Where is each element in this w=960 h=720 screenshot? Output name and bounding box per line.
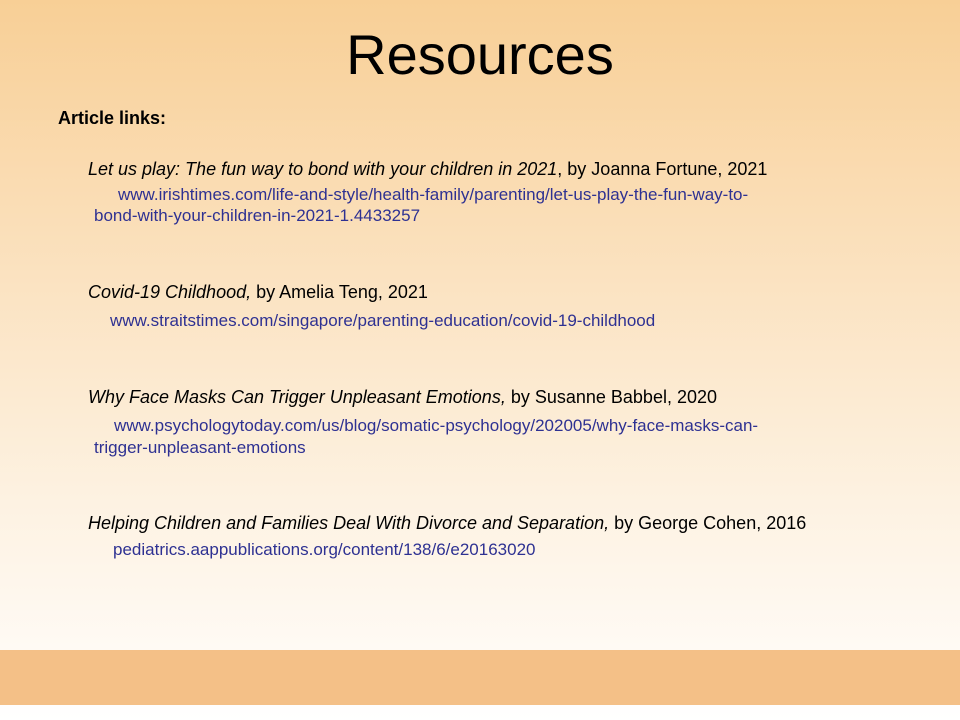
footer-band <box>0 650 960 705</box>
article-1-byline: , by Joanna Fortune, 2021 <box>557 159 768 179</box>
article-3-citation: Why Face Masks Can Trigger Unpleasant Em… <box>88 386 948 408</box>
article-1-link-line-1[interactable]: www.irishtimes.com/life-and-style/health… <box>118 184 948 206</box>
article-1-title: Let us play: The fun way to bond with yo… <box>88 159 558 179</box>
article-4-citation: Helping Children and Families Deal With … <box>88 512 948 534</box>
article-2-link[interactable]: www.straitstimes.com/singapore/parenting… <box>110 310 940 332</box>
article-2-title: Covid-19 Childhood, <box>88 282 252 302</box>
slide-title: Resources <box>346 23 614 86</box>
article-3-link-line-1[interactable]: www.psychologytoday.com/us/blog/somatic-… <box>114 415 944 437</box>
section-label: Article links: <box>58 108 167 128</box>
article-3-title: Why Face Masks Can Trigger Unpleasant Em… <box>88 387 506 407</box>
article-2-byline: by Amelia Teng, 2021 <box>251 282 428 302</box>
article-4-link[interactable]: pediatrics.aappublications.org/content/1… <box>113 539 943 561</box>
article-3-link-line-2[interactable]: trigger-unpleasant-emotions <box>94 437 924 459</box>
article-1-link-line-2[interactable]: bond-with-your-children-in-2021-1.443325… <box>94 205 924 227</box>
article-4-title: Helping Children and Families Deal With … <box>88 513 610 533</box>
article-1-citation: Let us play: The fun way to bond with yo… <box>88 158 948 180</box>
article-4-byline: by George Cohen, 2016 <box>609 513 807 533</box>
article-2-citation: Covid-19 Childhood, by Amelia Teng, 2021 <box>88 281 948 303</box>
slide: Resources Article links: Let us play: Th… <box>0 0 960 720</box>
article-3-byline: by Susanne Babbel, 2020 <box>505 387 717 407</box>
